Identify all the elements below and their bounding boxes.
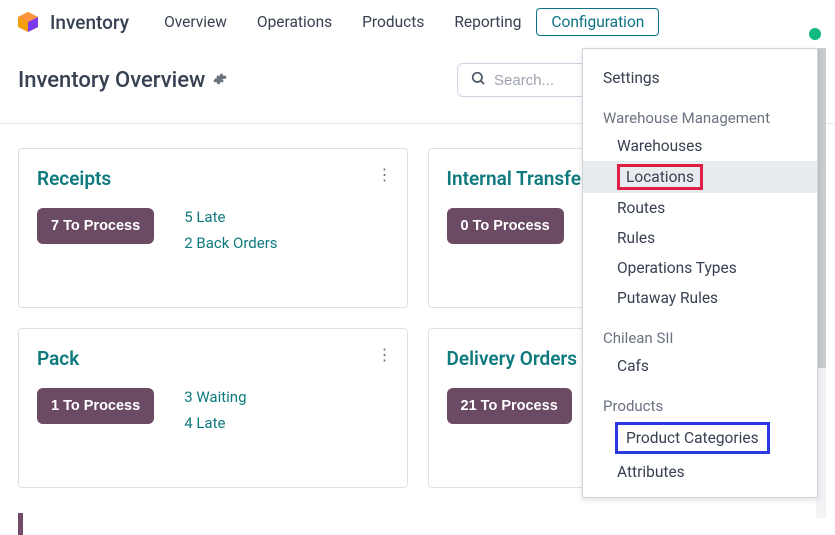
search-icon: [470, 70, 486, 90]
dropdown-item-routes[interactable]: Routes: [583, 193, 817, 223]
dropdown-section-chilean-sii: Chilean SII: [583, 323, 817, 351]
dropdown-item-warehouses[interactable]: Warehouses: [583, 131, 817, 161]
configuration-dropdown: Settings Warehouse Management Warehouses…: [582, 48, 818, 498]
brand-name[interactable]: Inventory: [50, 11, 129, 34]
dropdown-item-putaway-rules[interactable]: Putaway Rules: [583, 283, 817, 313]
dropdown-item-attributes[interactable]: Attributes: [583, 457, 817, 487]
meta-list: 5 Late 2 Back Orders: [184, 208, 277, 252]
kebab-icon[interactable]: ⋮: [377, 345, 393, 364]
dropdown-item-locations[interactable]: Locations: [583, 161, 817, 193]
main-nav: Overview Operations Products Reporting C…: [149, 8, 659, 36]
meta-list: 3 Waiting 4 Late: [184, 388, 246, 432]
status-indicator-icon: [809, 28, 821, 40]
dropdown-section-products: Products: [583, 391, 817, 419]
card-receipts: Receipts ⋮ 7 To Process 5 Late 2 Back Or…: [18, 148, 408, 308]
card-pack: Pack ⋮ 1 To Process 3 Waiting 4 Late: [18, 328, 408, 488]
highlight-red-locations: Locations: [617, 164, 703, 190]
meta-waiting[interactable]: 3 Waiting: [184, 388, 246, 406]
dropdown-section-warehouse-management: Warehouse Management: [583, 103, 817, 131]
app-logo-icon: [16, 10, 40, 34]
card-title[interactable]: Pack: [37, 347, 389, 370]
process-button[interactable]: 1 To Process: [37, 388, 154, 424]
meta-late[interactable]: 4 Late: [184, 414, 246, 432]
kebab-icon[interactable]: ⋮: [377, 165, 393, 184]
top-bar: Inventory Overview Operations Products R…: [0, 0, 835, 49]
dropdown-item-settings[interactable]: Settings: [583, 63, 817, 93]
nav-reporting[interactable]: Reporting: [439, 8, 536, 36]
partial-card-edge: [18, 513, 23, 535]
dropdown-item-product-categories[interactable]: Product Categories: [583, 419, 817, 457]
card-title[interactable]: Receipts: [37, 167, 389, 190]
page-title: Inventory Overview: [18, 68, 227, 93]
dropdown-item-operations-types[interactable]: Operations Types: [583, 253, 817, 283]
nav-configuration[interactable]: Configuration: [536, 8, 659, 36]
nav-products[interactable]: Products: [347, 8, 439, 36]
highlight-blue-product-categories: Product Categories: [615, 422, 770, 454]
process-button[interactable]: 0 To Process: [447, 208, 564, 244]
dropdown-item-cafs[interactable]: Cafs: [583, 351, 817, 381]
process-button[interactable]: 21 To Process: [447, 388, 572, 424]
card-body: 1 To Process 3 Waiting 4 Late: [37, 388, 389, 432]
meta-late[interactable]: 5 Late: [184, 208, 277, 226]
meta-backorders[interactable]: 2 Back Orders: [184, 234, 277, 252]
nav-operations[interactable]: Operations: [242, 8, 347, 36]
page-title-text: Inventory Overview: [18, 68, 205, 93]
process-button[interactable]: 7 To Process: [37, 208, 154, 244]
gear-icon[interactable]: [213, 71, 227, 90]
dropdown-item-rules[interactable]: Rules: [583, 223, 817, 253]
card-body: 7 To Process 5 Late 2 Back Orders: [37, 208, 389, 252]
nav-overview[interactable]: Overview: [149, 8, 242, 36]
